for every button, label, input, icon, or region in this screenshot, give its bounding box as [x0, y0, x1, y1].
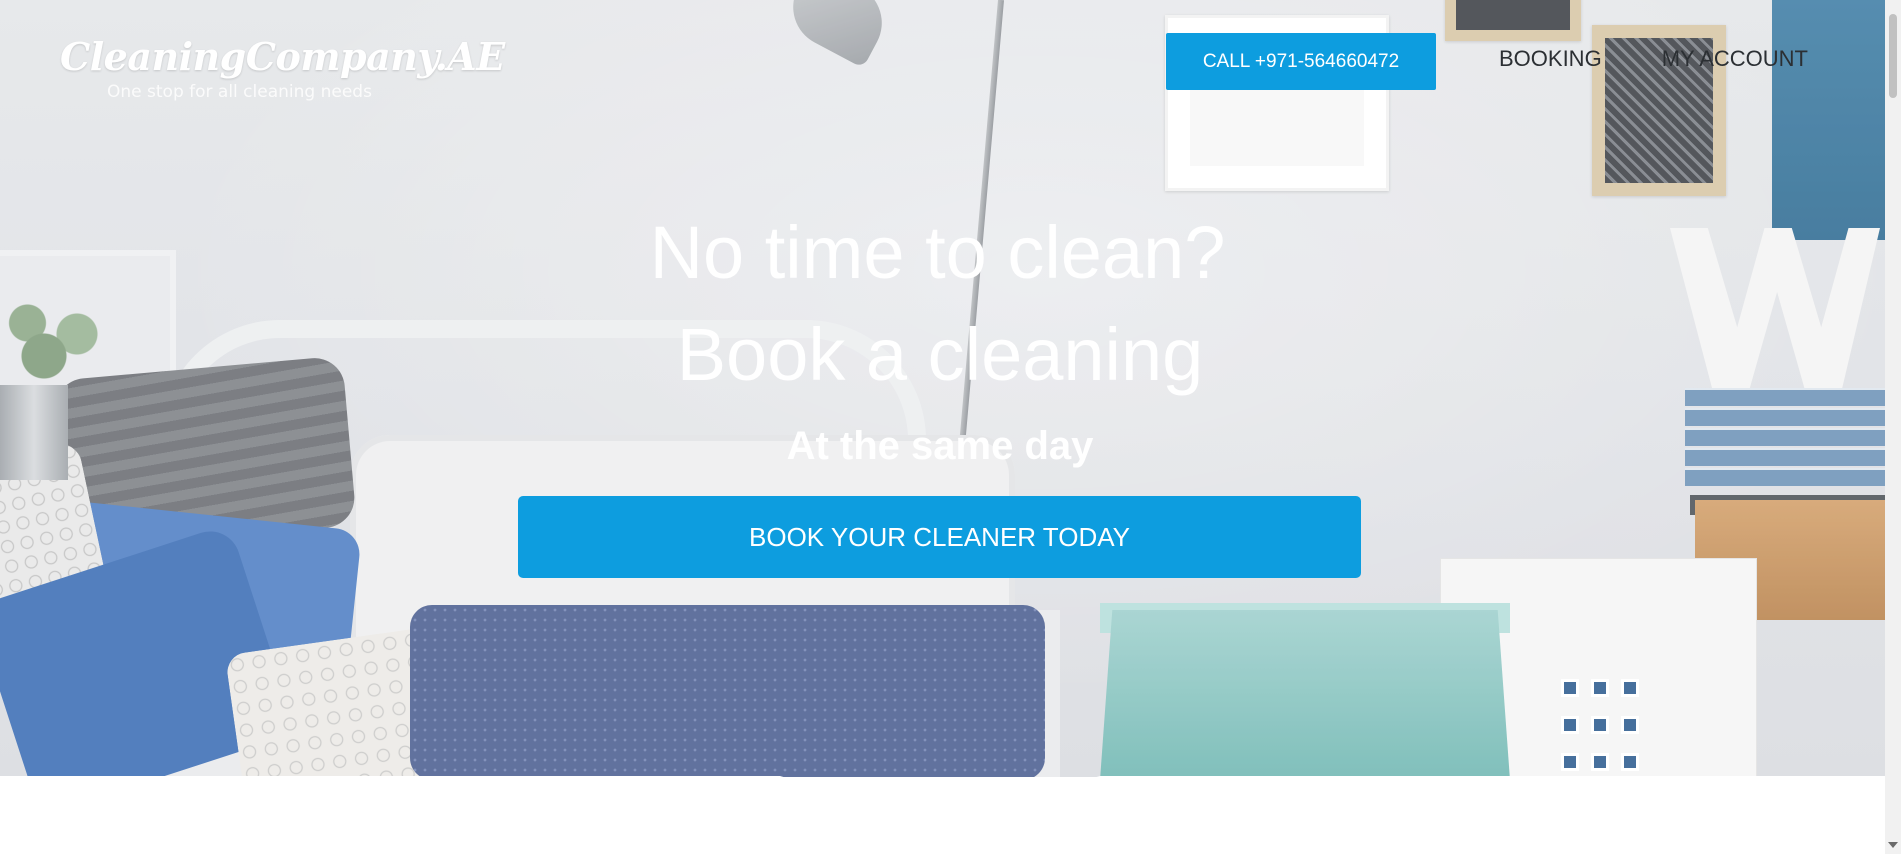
hero-subheadline: At the same day	[786, 424, 1094, 468]
book-cleaner-button[interactable]: BOOK YOUR CLEANER TODAY	[518, 496, 1361, 578]
call-button[interactable]: CALL +971-564660472	[1166, 33, 1436, 90]
logo-tagline: One stop for all cleaning needs	[107, 82, 372, 102]
hero-headline-line1: No time to clean?	[649, 211, 1226, 294]
hero-text: No time to clean? Book a cleaning At the…	[0, 208, 1880, 469]
page-scrollbar[interactable]	[1885, 0, 1901, 854]
logo[interactable]: CleaningCompany.AE One stop for all clea…	[60, 34, 505, 103]
logo-title: CleaningCompany.AE	[60, 34, 505, 79]
nav-booking-link[interactable]: BOOKING	[1499, 46, 1602, 72]
hero-headline-line2: Book a cleaning	[676, 313, 1204, 396]
section-divider-wave	[0, 776, 1885, 840]
main-nav: BOOKING MY ACCOUNT	[1499, 46, 1808, 72]
scroll-down-arrow-icon[interactable]	[1888, 842, 1898, 848]
nav-my-account-link[interactable]: MY ACCOUNT	[1662, 46, 1808, 72]
scrollbar-thumb[interactable]	[1889, 14, 1897, 98]
page: CleaningCompany.AE One stop for all clea…	[0, 0, 1901, 854]
